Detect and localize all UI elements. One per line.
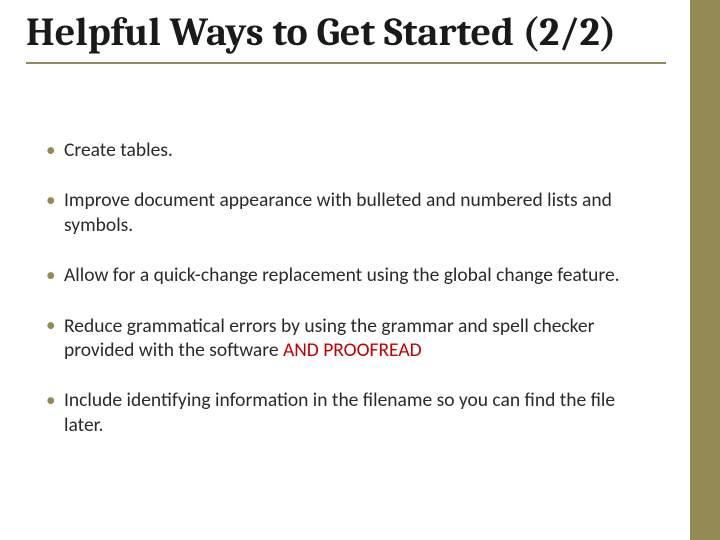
list-item: • Create tables. [46,138,656,162]
list-item-emphasis: AND PROOFREAD [283,338,422,362]
bullet-icon: • [46,139,55,163]
list-item: • Improve document appearance with bulle… [46,188,656,237]
side-accent-bar [690,0,720,540]
bullet-icon: • [46,264,55,288]
list-item-text: Create tables. [64,138,173,162]
list-item-text: Include identifying information in the f… [64,388,615,436]
bullet-icon: • [46,389,55,413]
slide-title: Helpful Ways to Get Started (2/2) [26,8,666,64]
list-item: • Allow for a quick-change replacement u… [46,263,656,287]
bullet-icon: • [46,314,55,338]
bullet-list: • Create tables. • Improve document appe… [46,138,656,463]
list-item: • Reduce grammatical errors by using the… [46,314,656,363]
list-item: • Include identifying information in the… [46,388,656,437]
slide: Helpful Ways to Get Started (2/2) • Crea… [0,0,720,540]
list-item-text: Allow for a quick-change replacement usi… [64,263,620,287]
list-item-text: Improve document appearance with bullete… [64,188,612,236]
bullet-icon: • [46,189,55,213]
